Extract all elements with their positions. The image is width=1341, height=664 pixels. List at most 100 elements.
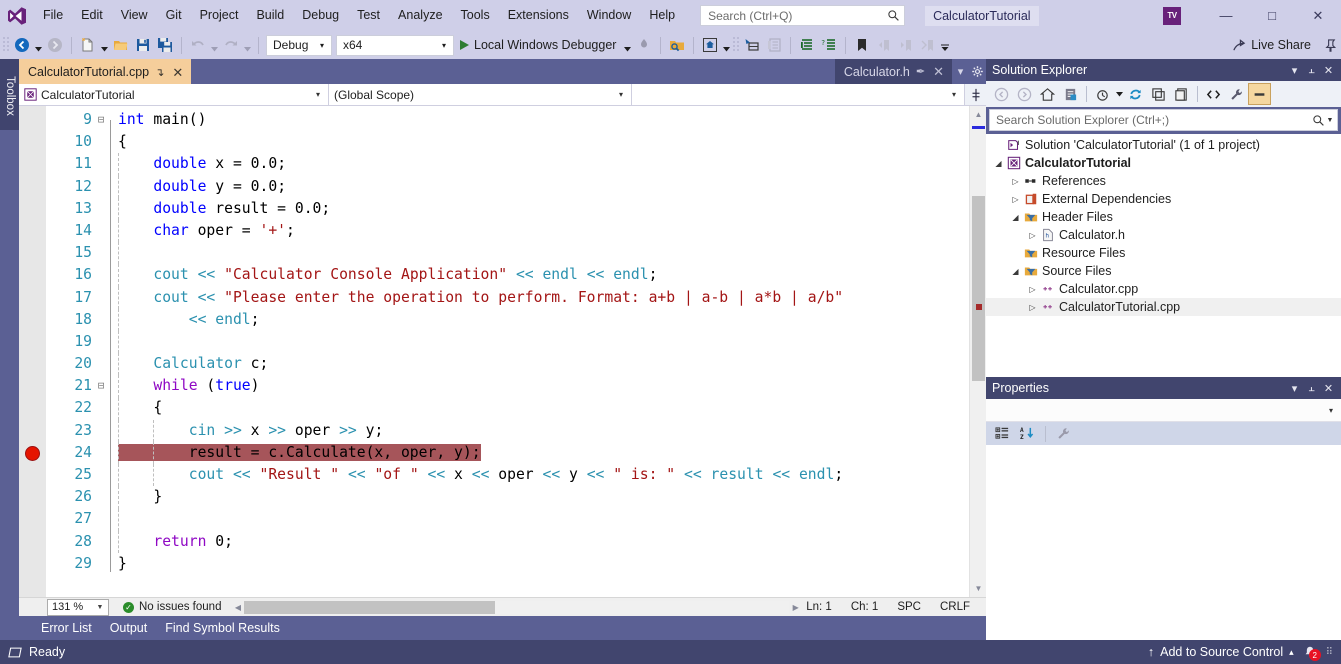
undo-dropdown-icon[interactable] bbox=[209, 34, 220, 56]
find-in-files-icon[interactable] bbox=[666, 34, 688, 56]
code-surface[interactable]: 9 ⊟ int main() 10{11 double x = 0.0; 12 doub… bbox=[46, 106, 969, 597]
chevron-down-icon[interactable]: ▾ bbox=[1286, 64, 1303, 77]
code-line[interactable]: 28 return 0; bbox=[46, 531, 843, 553]
fold-collapse-icon[interactable]: ⊟ bbox=[92, 375, 110, 397]
refresh-icon[interactable] bbox=[1124, 83, 1147, 105]
menu-item-help[interactable]: Help bbox=[640, 0, 684, 31]
code-text[interactable]: 9 ⊟ int main() 10{11 double x = 0.0; 12 doub… bbox=[46, 109, 843, 575]
source-control-arrow-icon[interactable]: ▴ bbox=[1289, 647, 1294, 658]
menu-item-window[interactable]: Window bbox=[578, 0, 640, 31]
close-icon[interactable]: ✕ bbox=[1320, 382, 1337, 395]
collapsed-twisty-icon[interactable]: ▷ bbox=[1026, 231, 1039, 240]
editor-vertical-scrollbar[interactable]: ▲ ▼ bbox=[969, 106, 986, 597]
chevron-down-icon[interactable]: ▾ bbox=[1286, 382, 1303, 395]
code-line[interactable]: 25 cout << "Result " << "of " << x << op… bbox=[46, 464, 843, 486]
solution-explorer-tree[interactable]: Solution 'CalculatorTutorial' (1 of 1 pr… bbox=[986, 134, 1341, 377]
breakpoint-margin[interactable] bbox=[19, 106, 46, 597]
code-line[interactable]: 18 << endl; bbox=[46, 309, 843, 331]
property-pages-icon[interactable] bbox=[1052, 423, 1075, 445]
comment-selection-icon[interactable] bbox=[796, 34, 818, 56]
code-line-text[interactable] bbox=[118, 510, 127, 527]
code-line[interactable]: 10 { bbox=[46, 131, 843, 153]
code-line[interactable]: 12 double y = 0.0; bbox=[46, 176, 843, 198]
dock-tab-find-symbol-results[interactable]: Find Symbol Results bbox=[165, 621, 280, 635]
search-input[interactable] bbox=[708, 8, 888, 23]
add-to-source-control-button[interactable]: Add to Source Control bbox=[1160, 645, 1283, 659]
navigate-forward-icon[interactable] bbox=[44, 34, 66, 56]
code-line-text[interactable]: } bbox=[118, 555, 127, 572]
toolbox-tab[interactable]: Toolbox bbox=[0, 62, 19, 130]
alphabetical-sort-icon[interactable]: AZ bbox=[1016, 423, 1039, 445]
highlighted-code-text[interactable]: result = c.Calculate(x, oper, y); bbox=[118, 443, 481, 461]
toolbar-grip-2[interactable] bbox=[732, 36, 741, 54]
fold-collapse-icon[interactable]: ⊟ bbox=[92, 109, 110, 131]
global-search-box[interactable] bbox=[700, 5, 906, 26]
pin-icon[interactable]: ⫠ bbox=[1303, 64, 1320, 77]
home-icon[interactable] bbox=[1036, 83, 1059, 105]
undo-icon[interactable] bbox=[187, 34, 209, 56]
forward-icon[interactable] bbox=[1013, 83, 1036, 105]
menu-item-edit[interactable]: Edit bbox=[72, 0, 112, 31]
eol-status[interactable]: CRLF bbox=[940, 601, 970, 613]
start-debugging-button[interactable]: Local Windows Debugger bbox=[456, 34, 622, 56]
attach-process-icon[interactable] bbox=[633, 34, 655, 56]
toolbar-overflow-icon[interactable] bbox=[939, 34, 950, 56]
properties-grid[interactable] bbox=[986, 445, 1341, 640]
code-line[interactable]: 19 bbox=[46, 331, 843, 353]
code-line-text[interactable]: } bbox=[118, 488, 162, 505]
save-icon[interactable] bbox=[132, 34, 154, 56]
properties-wrench-icon[interactable] bbox=[1225, 83, 1248, 105]
code-line-text[interactable]: cout << "Please enter the operation to p… bbox=[118, 289, 843, 306]
tab-calculatortutorial-cpp[interactable]: CalculatorTutorial.cpp ↴ ✕ bbox=[19, 59, 192, 84]
code-line-text[interactable]: cout << "Calculator Console Application"… bbox=[118, 266, 657, 283]
expanded-twisty-icon[interactable]: ◢ bbox=[1009, 213, 1022, 222]
solution-explorer-search[interactable]: ▼ bbox=[989, 109, 1338, 131]
hscroll-thumb[interactable] bbox=[244, 600, 496, 614]
tree-item[interactable]: ▷ h Calculator.h bbox=[986, 226, 1341, 244]
code-line-text[interactable]: cout << "Result " << "of " << x << oper … bbox=[118, 466, 843, 483]
scrollbar-thumb[interactable] bbox=[972, 196, 985, 381]
uncomment-selection-icon[interactable]: ? bbox=[818, 34, 840, 56]
toolbar-grip[interactable] bbox=[2, 36, 11, 54]
tab-settings-icon[interactable] bbox=[969, 65, 986, 78]
new-item-dropdown-icon[interactable] bbox=[99, 34, 110, 56]
maximize-button[interactable]: □ bbox=[1249, 0, 1295, 31]
navbar-member-combo[interactable]: ▾ bbox=[632, 84, 965, 105]
menu-item-analyze[interactable]: Analyze bbox=[389, 0, 451, 31]
view-options-icon[interactable] bbox=[1091, 83, 1114, 105]
tree-item[interactable]: ◢ Header Files bbox=[986, 208, 1341, 226]
code-line-text[interactable]: Calculator c; bbox=[118, 355, 268, 372]
navigate-back-dropdown-icon[interactable] bbox=[33, 34, 44, 56]
menu-item-debug[interactable]: Debug bbox=[293, 0, 348, 31]
code-line[interactable]: 17 cout << "Please enter the operation t… bbox=[46, 287, 843, 309]
code-line[interactable]: 27 bbox=[46, 508, 843, 530]
split-view-icon[interactable] bbox=[965, 84, 986, 105]
scroll-left-icon[interactable]: ◀ bbox=[231, 603, 244, 612]
issues-status[interactable]: ✓ No issues found bbox=[123, 601, 221, 613]
code-line-text[interactable]: { bbox=[118, 133, 127, 150]
tree-item[interactable]: Solution 'CalculatorTutorial' (1 of 1 pr… bbox=[986, 136, 1341, 154]
menu-item-tools[interactable]: Tools bbox=[452, 0, 499, 31]
code-line[interactable]: 26 } bbox=[46, 486, 843, 508]
view-options-dropdown-icon[interactable] bbox=[1114, 83, 1124, 105]
code-line-text[interactable]: cin >> x >> oper >> y; bbox=[118, 422, 384, 439]
tab-close-icon[interactable]: ✕ bbox=[170, 66, 185, 79]
expanded-twisty-icon[interactable]: ◢ bbox=[1009, 267, 1022, 276]
clear-bookmarks-icon[interactable] bbox=[917, 34, 939, 56]
collapsed-twisty-icon[interactable]: ▷ bbox=[1009, 195, 1022, 204]
code-line[interactable]: 24 result = c.Calculate(x, oper, y); bbox=[46, 442, 843, 464]
scroll-down-icon[interactable]: ▼ bbox=[970, 580, 987, 597]
resize-grip[interactable]: ⠿ bbox=[1326, 647, 1333, 658]
code-line[interactable]: 11 double x = 0.0; bbox=[46, 153, 843, 175]
collapsed-twisty-icon[interactable]: ▷ bbox=[1026, 303, 1039, 312]
menu-item-extensions[interactable]: Extensions bbox=[499, 0, 578, 31]
tree-item[interactable]: ▷ CalculatorTutorial.cpp bbox=[986, 298, 1341, 316]
code-line[interactable]: 15 bbox=[46, 242, 843, 264]
save-all-icon[interactable] bbox=[154, 34, 176, 56]
pending-changes-icon[interactable] bbox=[1059, 83, 1082, 105]
code-line-text[interactable]: return 0; bbox=[118, 533, 233, 550]
code-line-text[interactable] bbox=[118, 244, 127, 261]
code-line[interactable]: 29} bbox=[46, 553, 843, 575]
account-badge[interactable]: TV bbox=[1163, 6, 1181, 25]
navbar-scope-combo[interactable]: (Global Scope) ▾ bbox=[329, 84, 632, 105]
